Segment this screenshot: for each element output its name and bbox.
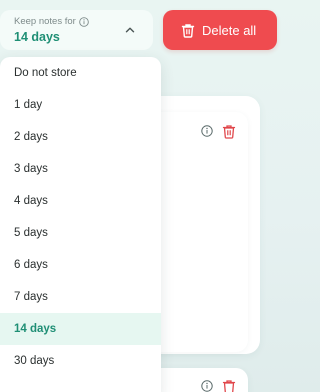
option-6-days[interactable]: 6 days	[0, 249, 161, 281]
keep-notes-select[interactable]: Keep notes for 14 days	[0, 10, 153, 50]
note-card-actions	[199, 378, 237, 392]
keep-notes-label: Keep notes for	[14, 16, 76, 27]
trash-icon[interactable]	[221, 378, 237, 392]
info-icon[interactable]	[79, 17, 89, 27]
option-1-day[interactable]: 1 day	[0, 89, 161, 121]
delete-all-label: Delete all	[202, 22, 257, 38]
option-7-days[interactable]: 7 days	[0, 281, 161, 313]
info-icon[interactable]	[199, 123, 215, 139]
trash-icon[interactable]	[221, 123, 237, 139]
option-30-days[interactable]: 30 days	[0, 345, 161, 377]
note-card-actions	[199, 123, 237, 139]
option-14-days[interactable]: 14 days	[0, 313, 161, 345]
option-4-days[interactable]: 4 days	[0, 185, 161, 217]
keep-notes-label-row: Keep notes for	[14, 16, 139, 28]
delete-all-button[interactable]: Delete all	[163, 10, 277, 50]
trash-icon	[181, 23, 195, 38]
keep-notes-value: 14 days	[14, 30, 60, 44]
chevron-up-icon[interactable]	[123, 23, 137, 37]
info-icon[interactable]	[199, 378, 215, 392]
option-2-days[interactable]: 2 days	[0, 121, 161, 153]
retention-dropdown-menu: Do not store 1 day 2 days 3 days 4 days …	[0, 57, 161, 392]
option-do-not-store[interactable]: Do not store	[0, 57, 161, 89]
option-5-days[interactable]: 5 days	[0, 217, 161, 249]
option-3-days[interactable]: 3 days	[0, 153, 161, 185]
